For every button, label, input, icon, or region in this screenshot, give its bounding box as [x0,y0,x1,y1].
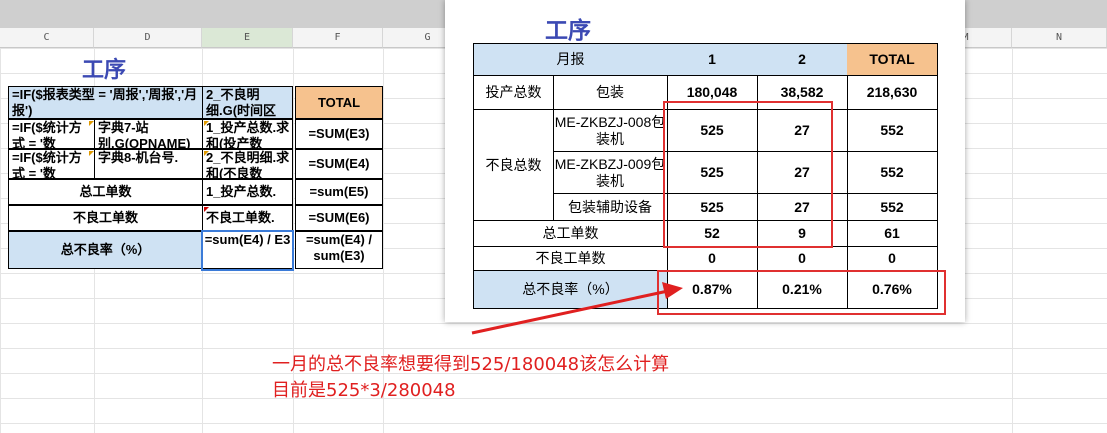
annotation-current: 目前是525*3/280048 [272,380,456,401]
annotation-question: 一月的总不良率想要得到525/180048该怎么计算 [272,354,670,375]
